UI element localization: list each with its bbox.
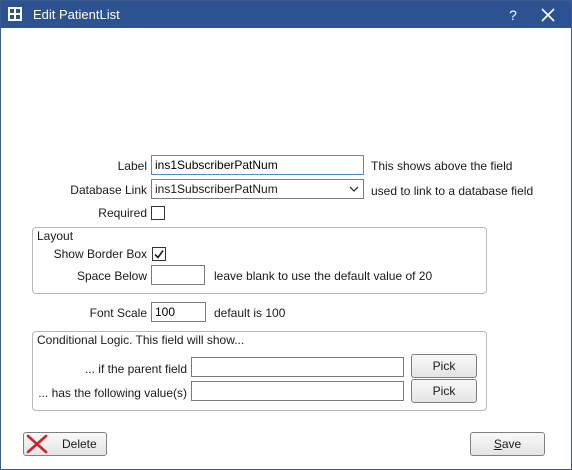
space-below-label: Space Below bbox=[76, 269, 147, 283]
parent-field-input[interactable] bbox=[191, 357, 404, 377]
edit-patientlist-dialog: Edit PatientList ? Label This shows abov… bbox=[0, 0, 572, 470]
following-values-label: ... has the following value(s) bbox=[38, 386, 187, 400]
following-values-input[interactable] bbox=[191, 381, 404, 401]
save-mnemonic: S bbox=[493, 437, 502, 451]
space-below-hint: leave blank to use the default value of … bbox=[214, 269, 433, 283]
font-scale-input[interactable] bbox=[151, 302, 206, 322]
red-x-delete-icon bbox=[26, 434, 48, 454]
close-icon bbox=[541, 8, 555, 22]
checkmark-icon bbox=[154, 250, 164, 259]
required-label: Required bbox=[98, 206, 147, 220]
help-button[interactable]: ? bbox=[499, 4, 527, 26]
pick-values-button[interactable]: Pick bbox=[411, 379, 477, 403]
layout-group: Layout Show Border Box Space Below leave… bbox=[32, 227, 487, 294]
label-input[interactable] bbox=[151, 155, 364, 175]
delete-button[interactable]: Delete bbox=[23, 432, 107, 456]
space-below-input[interactable] bbox=[151, 265, 205, 285]
database-link-hint: used to link to a database field bbox=[371, 184, 534, 198]
database-link-value: ins1SubscriberPatNum bbox=[155, 182, 278, 196]
save-button[interactable]: Save bbox=[470, 432, 545, 456]
parent-field-label: ... if the parent field bbox=[84, 362, 187, 376]
required-checkbox[interactable] bbox=[151, 206, 165, 220]
layout-group-title: Layout bbox=[37, 229, 74, 243]
database-link-dropdown[interactable]: ins1SubscriberPatNum bbox=[151, 179, 364, 199]
label-hint: This shows above the field bbox=[371, 159, 513, 173]
save-label: ave bbox=[501, 437, 522, 451]
app-grid-icon bbox=[8, 7, 22, 21]
font-scale-label: Font Scale bbox=[89, 306, 147, 320]
database-link-label: Database Link bbox=[70, 183, 147, 197]
title-bar: Edit PatientList ? bbox=[1, 1, 571, 28]
chevron-down-icon bbox=[349, 186, 359, 192]
label-field-label: Label bbox=[117, 159, 147, 173]
delete-label: Delete bbox=[62, 437, 97, 451]
show-border-box-label: Show Border Box bbox=[53, 247, 147, 261]
conditional-logic-title: Conditional Logic. This field will show.… bbox=[37, 333, 245, 347]
window-title: Edit PatientList bbox=[33, 7, 120, 22]
pick-parent-field-button[interactable]: Pick bbox=[411, 354, 477, 378]
close-button[interactable] bbox=[533, 4, 563, 26]
conditional-logic-group: Conditional Logic. This field will show.… bbox=[32, 331, 487, 411]
show-border-box-checkbox[interactable] bbox=[152, 247, 166, 261]
font-scale-hint: default is 100 bbox=[214, 306, 286, 320]
